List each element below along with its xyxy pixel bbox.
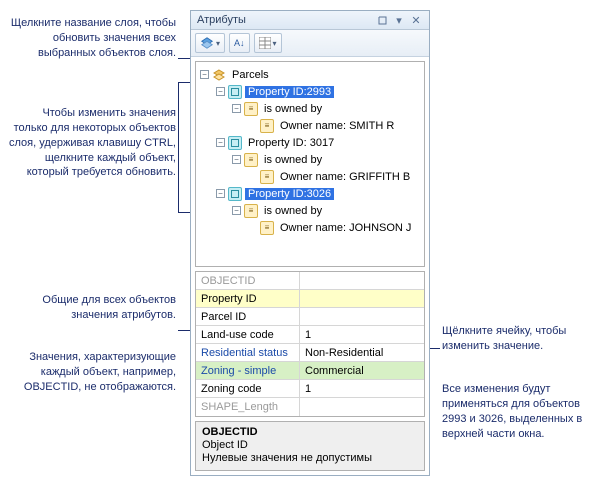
field-value[interactable]: Non-Residential bbox=[300, 344, 424, 361]
tree-owner[interactable]: Owner name: SMITH R bbox=[248, 117, 422, 134]
desc-subtitle: Object ID bbox=[202, 439, 418, 451]
grid-row[interactable]: Property ID bbox=[196, 290, 424, 308]
annotation-common-values: Общие для всех объектов значения атрибут… bbox=[6, 293, 176, 323]
annotation-layer-click: Щелкните название слоя, чтобы обновить з… bbox=[6, 16, 176, 61]
field-name: Zoning - simple bbox=[196, 362, 300, 379]
tree-feature[interactable]: − Property ID:3026 bbox=[216, 185, 422, 202]
annotation-edit-cell: Щёлкните ячейку, чтобы изменить значение… bbox=[442, 324, 592, 354]
tree-relation-label[interactable]: is owned by bbox=[261, 103, 325, 115]
tree-owner[interactable]: Owner name: JOHNSON J bbox=[248, 219, 422, 236]
tree-relation-label[interactable]: is owned by bbox=[261, 205, 325, 217]
grid-row[interactable]: Land-use code 1 bbox=[196, 326, 424, 344]
tree-relation[interactable]: − is owned by bbox=[232, 100, 422, 117]
field-value[interactable] bbox=[300, 290, 424, 307]
grid-row[interactable]: Residential status Non-Residential bbox=[196, 344, 424, 362]
tree-owner-label[interactable]: Owner name: JOHNSON J bbox=[277, 222, 414, 234]
field-name: Land-use code bbox=[196, 326, 300, 343]
attributes-window: Атрибуты ▾ ✕ ▾ A↓ ▾ − bbox=[190, 10, 430, 476]
chevron-down-icon: ▾ bbox=[273, 39, 277, 48]
feature-icon bbox=[228, 136, 242, 150]
annotation-hidden-fields: Значения, характеризующие каждый объект,… bbox=[6, 350, 176, 395]
field-name: Property ID bbox=[196, 290, 300, 307]
layer-icon bbox=[212, 68, 226, 82]
collapse-icon[interactable]: − bbox=[232, 155, 241, 164]
dropdown-icon[interactable]: ▾ bbox=[392, 14, 406, 26]
relation-icon bbox=[244, 153, 258, 167]
toolbar: ▾ A↓ ▾ bbox=[191, 30, 429, 57]
field-name: Parcel ID bbox=[196, 308, 300, 325]
grid-row[interactable]: SHAPE_Length bbox=[196, 398, 424, 416]
tree-owner-label[interactable]: Owner name: GRIFFITH B bbox=[277, 171, 413, 183]
record-icon bbox=[260, 221, 274, 235]
record-icon bbox=[260, 119, 274, 133]
tool-sort-button[interactable]: A↓ bbox=[229, 33, 250, 53]
tree-relation[interactable]: − is owned by bbox=[232, 151, 422, 168]
field-value[interactable]: 1 bbox=[300, 326, 424, 343]
collapse-icon[interactable]: − bbox=[216, 138, 225, 147]
tree-pane[interactable]: − Parcels − Property ID:2993 bbox=[195, 61, 425, 267]
grid-row[interactable]: OBJECTID bbox=[196, 272, 424, 290]
tree-feature[interactable]: − Property ID:2993 bbox=[216, 83, 422, 100]
field-value[interactable] bbox=[300, 398, 424, 416]
tree-owner-label[interactable]: Owner name: SMITH R bbox=[277, 120, 397, 132]
tool-table-button[interactable]: ▾ bbox=[254, 33, 282, 53]
field-value[interactable]: Commercial bbox=[300, 362, 424, 379]
field-value[interactable] bbox=[300, 308, 424, 325]
relation-icon bbox=[244, 102, 258, 116]
titlebar[interactable]: Атрибуты ▾ ✕ bbox=[191, 11, 429, 30]
collapse-icon[interactable]: − bbox=[232, 104, 241, 113]
tree-root[interactable]: − Parcels bbox=[200, 66, 422, 83]
field-name: SHAPE_Length bbox=[196, 398, 300, 416]
annotation-ctrl-click: Чтобы изменить значения только для некот… bbox=[6, 106, 176, 180]
feature-icon bbox=[228, 187, 242, 201]
record-icon bbox=[260, 170, 274, 184]
window-options-icon[interactable] bbox=[375, 14, 389, 26]
collapse-icon[interactable]: − bbox=[216, 189, 225, 198]
tree-feature-label[interactable]: Property ID:3026 bbox=[245, 188, 334, 200]
field-description-pane: OBJECTID Object ID Нулевые значения не д… bbox=[195, 421, 425, 471]
field-value[interactable] bbox=[300, 272, 424, 289]
attribute-grid: OBJECTID Property ID Parcel ID Land-use … bbox=[195, 271, 425, 417]
tree-feature[interactable]: − Property ID: 3017 bbox=[216, 134, 422, 151]
field-name: Residential status bbox=[196, 344, 300, 361]
tree-root-label[interactable]: Parcels bbox=[229, 69, 272, 81]
field-value[interactable]: 1 bbox=[300, 380, 424, 397]
tree-feature-label[interactable]: Property ID:2993 bbox=[245, 86, 334, 98]
chevron-down-icon: ▾ bbox=[216, 39, 220, 48]
collapse-icon[interactable]: − bbox=[232, 206, 241, 215]
tree-relation[interactable]: − is owned by bbox=[232, 202, 422, 219]
field-name: Zoning code bbox=[196, 380, 300, 397]
annotation-applies-to: Все изменения будут применяться для объе… bbox=[442, 382, 592, 441]
tool-layers-button[interactable]: ▾ bbox=[195, 33, 225, 53]
tree-relation-label[interactable]: is owned by bbox=[261, 154, 325, 166]
desc-note: Нулевые значения не допустимы bbox=[202, 452, 418, 464]
window-title: Атрибуты bbox=[197, 14, 246, 26]
tree-feature-label[interactable]: Property ID: 3017 bbox=[245, 137, 337, 149]
relation-icon bbox=[244, 204, 258, 218]
collapse-icon[interactable]: − bbox=[200, 70, 209, 79]
grid-row[interactable]: Parcel ID bbox=[196, 308, 424, 326]
feature-icon bbox=[228, 85, 242, 99]
field-name: OBJECTID bbox=[196, 272, 300, 289]
desc-title: OBJECTID bbox=[202, 426, 418, 438]
grid-row[interactable]: Zoning - simple Commercial bbox=[196, 362, 424, 380]
collapse-icon[interactable]: − bbox=[216, 87, 225, 96]
tree-owner[interactable]: Owner name: GRIFFITH B bbox=[248, 168, 422, 185]
close-icon[interactable]: ✕ bbox=[409, 14, 423, 26]
grid-row[interactable]: Zoning code 1 bbox=[196, 380, 424, 398]
